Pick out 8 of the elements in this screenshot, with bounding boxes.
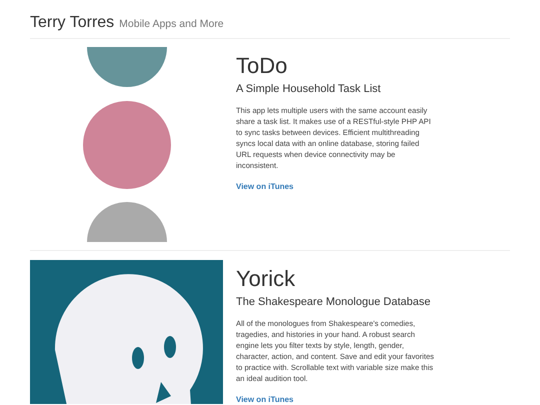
site-tagline: Mobile Apps and More	[119, 18, 224, 30]
site-title: Terry Torres	[30, 14, 114, 32]
app-title: Yorick	[236, 266, 296, 292]
itunes-link[interactable]: View on iTunes	[236, 395, 294, 404]
app-subtitle: The Shakespeare Monologue Database	[236, 296, 432, 308]
itunes-link[interactable]: View on iTunes	[236, 182, 294, 191]
app-title: ToDo	[236, 53, 288, 79]
app-subtitle: A Simple Household Task List	[236, 83, 382, 95]
